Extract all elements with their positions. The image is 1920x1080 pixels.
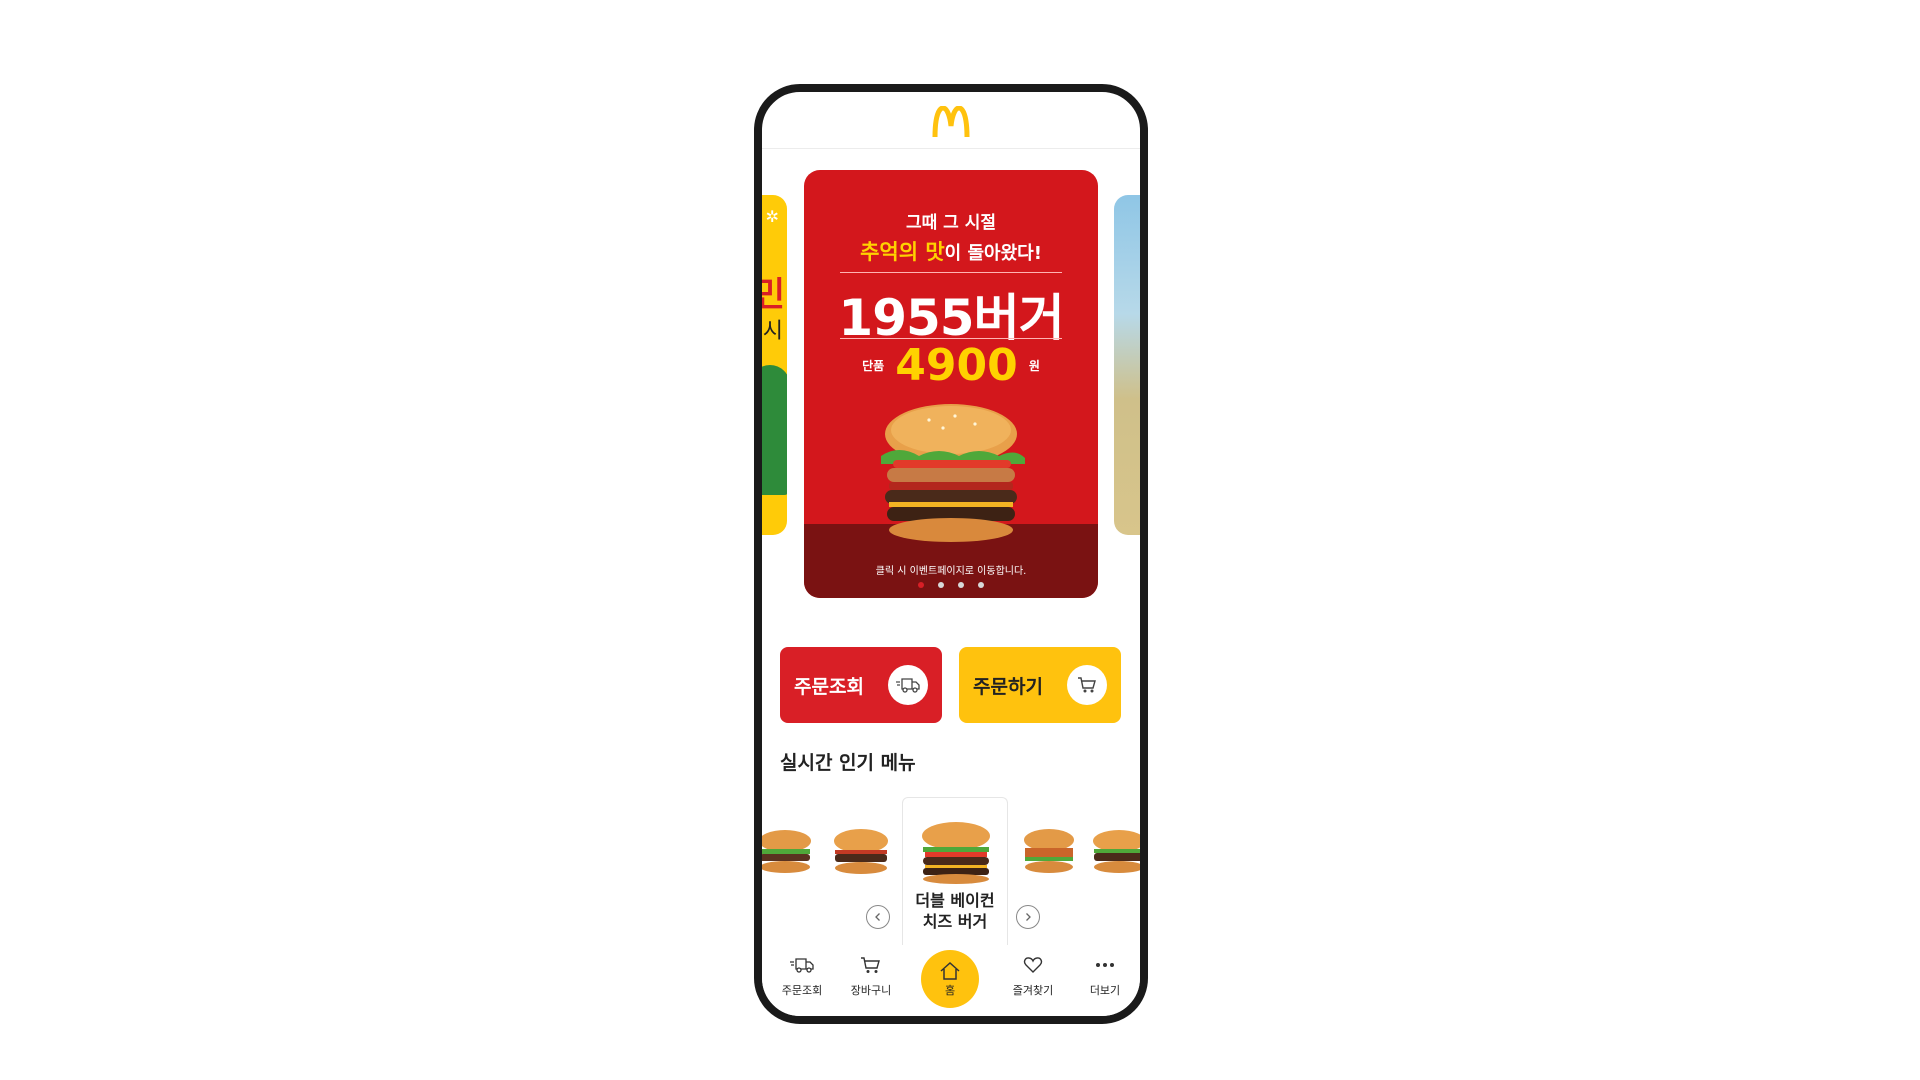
cart-icon — [861, 957, 880, 973]
prev-banner-subtext: 시 — [762, 319, 783, 344]
banner-price-row: 단품 4900 원 — [804, 340, 1098, 391]
more-dots-icon — [1096, 963, 1114, 967]
menu-item-burger[interactable] — [1014, 827, 1084, 877]
nav-label: 더보기 — [1089, 984, 1121, 997]
order-status-button[interactable]: 주문조회 — [780, 647, 942, 723]
snowflake-icon: ✲ — [765, 207, 779, 226]
banner-kicker: 그때 그 시절 — [905, 213, 997, 233]
nav-more[interactable]: 더보기 — [1070, 956, 1140, 998]
menu-item-selected[interactable]: 더블 베이컨치즈 버거 — [902, 797, 1008, 945]
nav-label: 주문조회 — [781, 984, 823, 997]
order-now-label: 주문하기 — [973, 675, 1043, 698]
banner-divider — [840, 272, 1062, 273]
heart-icon — [1023, 957, 1043, 973]
nav-favorites[interactable]: 즐겨찾기 — [998, 956, 1068, 998]
promo-banner-1955-burger[interactable]: 그때 그 시절 추억의 맛이 돌아왔다! 1955버거 단품 4900 원 클릭… — [804, 170, 1098, 598]
menu-item-burger[interactable] — [762, 827, 820, 877]
bottom-navigation: 주문조회 장바구니 홈 즐겨찾기 더보기 — [762, 948, 1140, 1016]
home-icon — [940, 961, 960, 980]
popular-menu-title: 실시간 인기 메뉴 — [780, 752, 916, 774]
chevron-left-icon — [875, 913, 880, 921]
banner-tagline: 추억의 맛이 돌아왔다! — [804, 236, 1098, 266]
carousel-dot[interactable] — [978, 582, 984, 588]
menu-next-arrow[interactable] — [1016, 905, 1040, 929]
menu-item-burger[interactable] — [826, 827, 896, 877]
delivery-truck-icon — [790, 958, 814, 973]
banner-divider — [840, 338, 1062, 339]
carousel-pagination — [762, 573, 1140, 592]
carousel-dot[interactable] — [938, 582, 944, 588]
menu-prev-arrow[interactable] — [866, 905, 890, 929]
order-now-button[interactable]: 주문하기 — [959, 647, 1121, 723]
prev-banner-text: 민 — [762, 267, 785, 316]
nav-order-status[interactable]: 주문조회 — [767, 956, 837, 998]
promo-carousel[interactable]: ✲ 민 시 그때 그 시절 추억의 맛이 돌아왔다! 1955버거 단품 490… — [762, 148, 1140, 608]
delivery-truck-icon — [888, 665, 928, 705]
christmas-tree-graphic — [762, 365, 787, 495]
burger-image — [881, 404, 1025, 542]
nav-label: 홈 — [944, 983, 956, 997]
price-value: 4900 — [895, 340, 1018, 391]
cart-icon — [1067, 665, 1107, 705]
menu-item-name-line2: 치즈 버거 — [922, 912, 988, 931]
menu-item-name-line1: 더블 베이컨 — [915, 891, 995, 910]
carousel-next-banner[interactable] — [1114, 195, 1140, 535]
nav-home[interactable]: 홈 — [921, 950, 979, 1008]
phone-frame: ✲ 민 시 그때 그 시절 추억의 맛이 돌아왔다! 1955버거 단품 490… — [754, 84, 1148, 1024]
order-status-label: 주문조회 — [794, 675, 864, 698]
menu-item-burger[interactable] — [1084, 827, 1140, 877]
price-currency: 원 — [1028, 359, 1040, 373]
banner-tagline-rest: 이 돌아왔다! — [944, 243, 1042, 264]
menu-item-name: 더블 베이컨치즈 버거 — [903, 890, 1007, 932]
nav-label: 장바구니 — [850, 984, 892, 997]
app-screen: ✲ 민 시 그때 그 시절 추억의 맛이 돌아왔다! 1955버거 단품 490… — [762, 92, 1140, 1016]
nav-label: 즐겨찾기 — [1012, 984, 1054, 997]
carousel-dot[interactable] — [918, 582, 924, 588]
popular-menu-carousel[interactable]: 더블 베이컨치즈 버거 — [762, 797, 1140, 945]
nav-cart[interactable]: 장바구니 — [836, 956, 906, 998]
banner-tagline-highlight: 추억의 맛 — [860, 240, 945, 264]
carousel-dot[interactable] — [958, 582, 964, 588]
carousel-prev-banner[interactable]: ✲ 민 시 — [762, 195, 787, 535]
mcdonalds-logo-icon[interactable] — [932, 106, 970, 138]
double-bacon-cheese-burger-image — [922, 822, 990, 884]
chevron-right-icon — [1026, 913, 1031, 921]
price-label: 단품 — [862, 359, 885, 373]
app-header — [762, 92, 1140, 149]
